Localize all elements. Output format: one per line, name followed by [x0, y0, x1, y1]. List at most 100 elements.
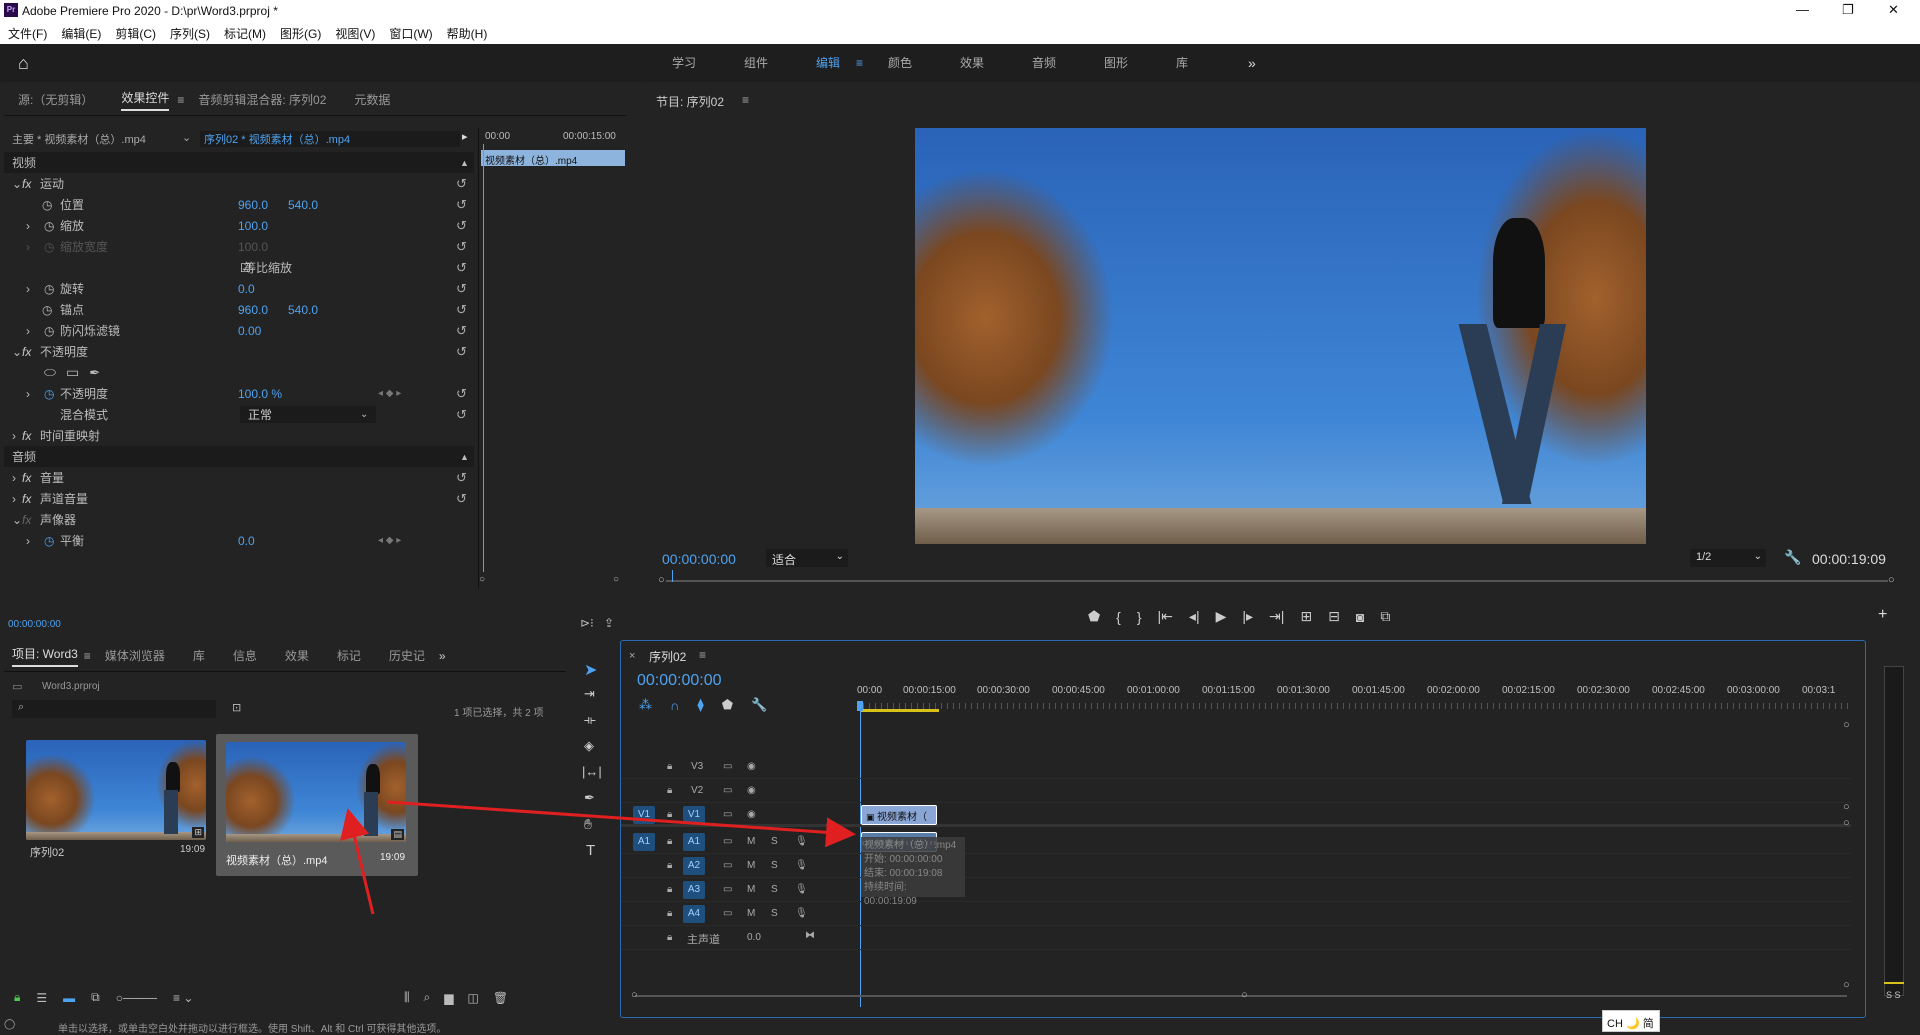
- add-marker-icon[interactable]: ⬟: [722, 697, 733, 713]
- project-item-sequence[interactable]: ⊞ 序列02 19:09: [18, 732, 210, 860]
- panel-menu-icon[interactable]: ≡: [177, 93, 184, 107]
- pen-tool-icon[interactable]: ✒: [584, 790, 595, 806]
- prop-opacity[interactable]: › ◷ 不透明度 100.0 % ◂ ◆ ▸ ↺: [4, 383, 474, 404]
- menu-window[interactable]: 窗口(W): [389, 25, 432, 42]
- keyframe-nav-icon[interactable]: ◂ ◆ ▸: [378, 388, 401, 399]
- new-bin-from-search-icon[interactable]: ⊡: [232, 701, 241, 714]
- resolution-select[interactable]: 1/2 ⌄: [1690, 549, 1766, 567]
- track-v2[interactable]: 🔒︎ V2 ▭ ◉: [621, 779, 1851, 803]
- workspace-libraries[interactable]: 库: [1176, 54, 1248, 71]
- prop-rotation[interactable]: › ◷ 旋转 0.0 ↺: [4, 278, 474, 299]
- menu-graphics[interactable]: 图形(G): [280, 25, 321, 42]
- pen-mask-icon[interactable]: ✒: [79, 365, 100, 381]
- track-a1[interactable]: A1 🔒︎ A1 ▭ M S 🎙︎: [621, 830, 1851, 854]
- track-a4[interactable]: 🔒︎ A4 ▭ M S 🎙︎: [621, 902, 1851, 926]
- new-item-icon[interactable]: ◫: [468, 991, 479, 1005]
- tab-audio-mixer[interactable]: 音频剪辑混合器: 序列02: [198, 91, 326, 108]
- tab-info[interactable]: 信息: [233, 647, 257, 664]
- prop-balance[interactable]: › ◷ 平衡 0.0 ◂ ◆ ▸: [4, 530, 474, 551]
- tab-effects[interactable]: 效果: [285, 647, 309, 664]
- menu-help[interactable]: 帮助(H): [447, 25, 488, 42]
- menu-clip[interactable]: 剪辑(C): [115, 25, 156, 42]
- master-clip-label[interactable]: 主要 * 视频素材（总）.mp4: [12, 131, 146, 147]
- rect-mask-icon[interactable]: ▭: [56, 364, 79, 381]
- slip-tool-icon[interactable]: |↔|: [582, 764, 602, 779]
- extract-icon[interactable]: ⊟: [1328, 608, 1340, 625]
- add-marker-icon[interactable]: ⬟: [1088, 608, 1100, 625]
- prop-scale[interactable]: › ◷ 缩放 100.0 ↺: [4, 215, 474, 236]
- workspace-editing[interactable]: 编辑: [816, 54, 856, 71]
- track-v3[interactable]: 🔒︎ V3 ▭ ◉: [621, 755, 1851, 779]
- panel-menu-icon[interactable]: ≡: [84, 649, 91, 663]
- work-area-bar[interactable]: [861, 709, 939, 712]
- workspace-menu-icon[interactable]: ≡: [856, 56, 888, 70]
- video-clip[interactable]: ▣ 视频素材（: [861, 805, 937, 825]
- find-icon[interactable]: ⌕: [424, 990, 431, 1005]
- filter-icon[interactable]: ⊳⁝: [580, 616, 594, 630]
- play-icon[interactable]: ▶: [1216, 608, 1227, 625]
- effect-controls-timecode[interactable]: 00:00:00:00: [8, 619, 61, 630]
- play-only-icon[interactable]: ▸: [462, 130, 468, 143]
- ripple-edit-tool-icon[interactable]: ⟛: [584, 712, 596, 728]
- icon-view-icon[interactable]: ▬: [63, 991, 75, 1005]
- sort-icon[interactable]: ≡ ⌄: [173, 991, 193, 1005]
- tab-project[interactable]: 项目: Word3: [12, 645, 78, 667]
- project-search-input[interactable]: ⌕: [12, 700, 216, 718]
- menu-markers[interactable]: 标记(M): [224, 25, 266, 42]
- menu-view[interactable]: 视图(V): [335, 25, 375, 42]
- razor-tool-icon[interactable]: ◈: [584, 738, 594, 754]
- tab-source[interactable]: 源:（无剪辑）: [18, 91, 93, 108]
- fit-select[interactable]: 适合 ⌄: [766, 549, 848, 567]
- freeform-view-icon[interactable]: ⧉: [91, 990, 100, 1005]
- mini-timeline-clip[interactable]: 视频素材（总）.mp4: [481, 150, 625, 167]
- hand-tool-icon[interactable]: ✋︎: [584, 816, 592, 833]
- track-v1[interactable]: V1 🔒︎ V1 ▭ ◉ ▣ 视频素材（: [621, 803, 1851, 827]
- prop-anti-flicker[interactable]: › ◷ 防闪烁滤镜 0.00 ↺: [4, 320, 474, 341]
- effect-mini-timeline[interactable]: 00:00 00:00:15:00 视频素材（总）.mp4 ○ ○: [478, 128, 626, 588]
- workspace-color[interactable]: 颜色: [888, 54, 960, 71]
- workspace-learn[interactable]: 学习: [672, 54, 744, 71]
- snap-icon[interactable]: ∩: [670, 698, 679, 713]
- tab-media-browser[interactable]: 媒体浏览器: [105, 647, 165, 664]
- prop-motion[interactable]: ⌄ fx 运动 ↺: [4, 173, 474, 194]
- menu-file[interactable]: 文件(F): [8, 25, 47, 42]
- trash-icon[interactable]: 🗑︎: [493, 991, 508, 1005]
- source-patch-v1[interactable]: V1: [633, 806, 655, 824]
- checkbox-icon[interactable]: ☑: [4, 261, 256, 275]
- source-patch-a1[interactable]: A1: [633, 833, 655, 851]
- mic-icon[interactable]: 🎙︎: [795, 836, 808, 847]
- mute-button[interactable]: M: [747, 836, 755, 847]
- program-scrubber[interactable]: [666, 580, 1888, 582]
- mini-playhead[interactable]: [483, 144, 484, 572]
- step-forward-icon[interactable]: |▸: [1242, 608, 1253, 625]
- tab-metadata[interactable]: 元数据: [354, 91, 390, 108]
- panel-menu-icon[interactable]: ≡: [742, 93, 749, 107]
- tab-markers[interactable]: 标记: [337, 647, 361, 664]
- workspace-assembly[interactable]: 组件: [744, 54, 816, 71]
- prop-opacity-group[interactable]: ⌄ fx 不透明度 ↺: [4, 341, 474, 362]
- nest-icon[interactable]: ⁂: [639, 697, 652, 713]
- stopwatch-icon[interactable]: ◷: [4, 198, 60, 212]
- menu-edit[interactable]: 编辑(E): [61, 25, 101, 42]
- program-timecode[interactable]: 00:00:00:00: [662, 551, 736, 567]
- ime-indicator[interactable]: CH 🌙 简: [1602, 1010, 1660, 1032]
- step-back-icon[interactable]: ◂|: [1189, 608, 1200, 625]
- lift-icon[interactable]: ⊞: [1300, 608, 1312, 625]
- minimize-button[interactable]: —: [1796, 2, 1809, 17]
- workspace-graphics[interactable]: 图形: [1104, 54, 1176, 71]
- prop-anchor[interactable]: ◷ 锚点 960.0 540.0 ↺: [4, 299, 474, 320]
- tab-libraries[interactable]: 库: [193, 647, 205, 664]
- track-a3[interactable]: 🔒︎ A3 ▭ M S 🎙︎: [621, 878, 1851, 902]
- list-view-icon[interactable]: ☰: [36, 991, 47, 1005]
- linked-selection-icon[interactable]: ⧫: [697, 697, 703, 713]
- lock-icon[interactable]: 🔒︎: [14, 990, 20, 1005]
- chevron-down-icon[interactable]: ⌄: [182, 131, 191, 144]
- track-select-tool-icon[interactable]: ⇥: [584, 686, 595, 702]
- panel-menu-icon[interactable]: ≡: [699, 648, 706, 662]
- sequence-tab[interactable]: 序列02: [649, 648, 686, 665]
- solo-button[interactable]: S: [771, 836, 778, 847]
- prop-position[interactable]: ◷ 位置 960.0 540.0 ↺: [4, 194, 474, 215]
- go-to-in-icon[interactable]: |⇤: [1158, 608, 1173, 625]
- new-bin-icon[interactable]: ▆: [444, 991, 453, 1005]
- more-tabs-icon[interactable]: »: [439, 649, 446, 663]
